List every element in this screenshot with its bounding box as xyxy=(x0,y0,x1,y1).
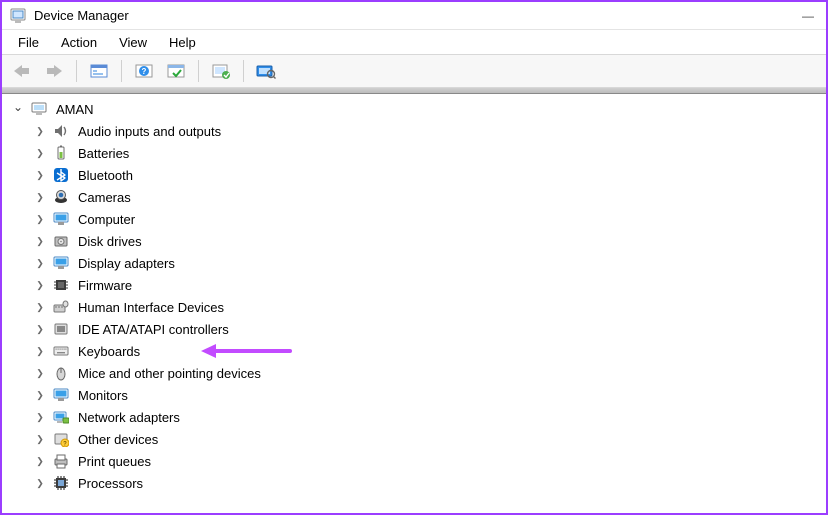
printer-icon xyxy=(52,452,70,470)
monitor-icon xyxy=(52,210,70,228)
svg-text:?: ? xyxy=(142,67,147,76)
speaker-icon xyxy=(52,122,70,140)
toolbar-help-button[interactable]: ? xyxy=(130,58,158,84)
tree-node-label: IDE ATA/ATAPI controllers xyxy=(74,322,229,337)
toolbar-forward-button[interactable] xyxy=(40,58,68,84)
tree-node-label: Audio inputs and outputs xyxy=(74,124,221,139)
tree-node[interactable]: Keyboards xyxy=(32,340,824,362)
expander-icon[interactable] xyxy=(32,387,48,403)
menu-view[interactable]: View xyxy=(109,33,157,52)
tree-node[interactable]: Human Interface Devices xyxy=(32,296,824,318)
tree-node-label: Computer xyxy=(74,212,135,227)
tree-node[interactable]: Cameras xyxy=(32,186,824,208)
tree-node-label: Keyboards xyxy=(74,344,140,359)
monitor-icon xyxy=(52,386,70,404)
tree-node-label: Network adapters xyxy=(74,410,180,425)
tree-node-label: Monitors xyxy=(74,388,128,403)
toolbar-separator xyxy=(121,60,122,82)
tree-node-label: Other devices xyxy=(74,432,158,447)
menu-action[interactable]: Action xyxy=(51,33,107,52)
menu-file[interactable]: File xyxy=(8,33,49,52)
expander-icon[interactable] xyxy=(32,277,48,293)
camera-icon xyxy=(52,188,70,206)
toolbar-separator xyxy=(198,60,199,82)
tree-node-label: Cameras xyxy=(74,190,131,205)
cpu-icon xyxy=(52,474,70,492)
expander-icon[interactable] xyxy=(10,101,26,117)
device-tree[interactable]: AMAN Audio inputs and outputs Batteries Bl… xyxy=(2,94,826,513)
chip-icon xyxy=(52,276,70,294)
tree-node[interactable]: IDE ATA/ATAPI controllers xyxy=(32,318,824,340)
tree-node-label: Firmware xyxy=(74,278,132,293)
expander-icon[interactable] xyxy=(32,167,48,183)
expander-icon[interactable] xyxy=(32,431,48,447)
toolbar-properties-button[interactable] xyxy=(162,58,190,84)
tree-root-node[interactable]: AMAN xyxy=(10,98,824,120)
network-icon xyxy=(52,408,70,426)
expander-icon[interactable] xyxy=(32,233,48,249)
tree-node[interactable]: Processors xyxy=(32,472,824,494)
bluetooth-icon xyxy=(52,166,70,184)
device-manager-window: Device Manager — File Action View Help ? xyxy=(0,0,828,515)
battery-icon xyxy=(52,144,70,162)
expander-icon[interactable] xyxy=(32,189,48,205)
expander-icon[interactable] xyxy=(32,145,48,161)
tree-node-label: Human Interface Devices xyxy=(74,300,224,315)
controller-icon xyxy=(52,320,70,338)
tree-children: Audio inputs and outputs Batteries Bluetoo… xyxy=(10,120,824,494)
tree-node-label: Print queues xyxy=(74,454,151,469)
menubar: File Action View Help xyxy=(2,30,826,54)
tree-node[interactable]: Network adapters xyxy=(32,406,824,428)
expander-icon[interactable] xyxy=(32,299,48,315)
tree-node[interactable]: Display adapters xyxy=(32,252,824,274)
tree-node[interactable]: Batteries xyxy=(32,142,824,164)
tree-node[interactable]: Bluetooth xyxy=(32,164,824,186)
tree-node-label: Batteries xyxy=(74,146,129,161)
tree-node[interactable]: Firmware xyxy=(32,274,824,296)
tree-node[interactable]: Audio inputs and outputs xyxy=(32,120,824,142)
computer-icon xyxy=(30,100,48,118)
app-title: Device Manager xyxy=(34,8,129,23)
expander-icon[interactable] xyxy=(32,321,48,337)
expander-icon[interactable] xyxy=(32,255,48,271)
toolbar-scan-button[interactable] xyxy=(252,58,280,84)
disk-icon xyxy=(52,232,70,250)
toolbar-separator xyxy=(243,60,244,82)
toolbar-back-button[interactable] xyxy=(8,58,36,84)
minimize-button[interactable]: — xyxy=(798,10,818,22)
tree-node-label: Bluetooth xyxy=(74,168,133,183)
app-icon xyxy=(10,8,26,24)
expander-icon[interactable] xyxy=(32,343,48,359)
expander-icon[interactable] xyxy=(32,409,48,425)
expander-icon[interactable] xyxy=(32,123,48,139)
monitor-icon xyxy=(52,254,70,272)
tree-node[interactable]: Print queues xyxy=(32,450,824,472)
tree-node[interactable]: Other devices xyxy=(32,428,824,450)
expander-icon[interactable] xyxy=(32,453,48,469)
tree-node[interactable]: Mice and other pointing devices xyxy=(32,362,824,384)
toolbar-update-driver-button[interactable] xyxy=(207,58,235,84)
menu-help[interactable]: Help xyxy=(159,33,206,52)
tree-node[interactable]: Monitors xyxy=(32,384,824,406)
tree-node-label: Processors xyxy=(74,476,143,491)
unknown-icon xyxy=(52,430,70,448)
toolbar-show-hidden-button[interactable] xyxy=(85,58,113,84)
annotation-arrow-icon xyxy=(198,342,293,360)
tree-node[interactable]: Disk drives xyxy=(32,230,824,252)
tree-node-label: Display adapters xyxy=(74,256,175,271)
expander-icon[interactable] xyxy=(32,475,48,491)
expander-icon[interactable] xyxy=(32,365,48,381)
titlebar: Device Manager — xyxy=(2,2,826,30)
toolbar: ? xyxy=(2,54,826,88)
tree-node[interactable]: Computer xyxy=(32,208,824,230)
tree-root-label: AMAN xyxy=(52,102,94,117)
keyboard-icon xyxy=(52,342,70,360)
tree-node-label: Disk drives xyxy=(74,234,142,249)
expander-icon[interactable] xyxy=(32,211,48,227)
mouse-icon xyxy=(52,364,70,382)
hid-icon xyxy=(52,298,70,316)
tree-node-label: Mice and other pointing devices xyxy=(74,366,261,381)
toolbar-separator xyxy=(76,60,77,82)
